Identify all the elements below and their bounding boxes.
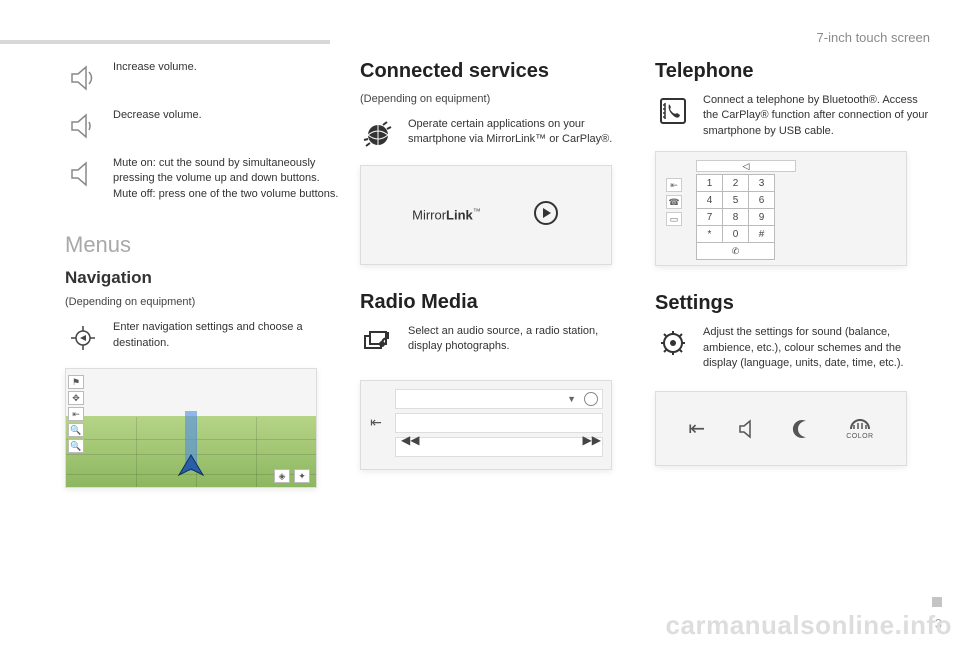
- radio-prev-icon[interactable]: ◀◀: [401, 433, 419, 447]
- volume-up-text: Increase volume.: [113, 60, 197, 75]
- color-icon[interactable]: COLOR: [846, 417, 873, 440]
- keypad-3[interactable]: 3: [749, 175, 775, 192]
- keypad-5[interactable]: 5: [723, 192, 749, 209]
- navigation-screenshot: ⚑ ✥ ⇤ 🔍 🔍 ◈ ✦: [65, 368, 317, 488]
- nav-row: Enter navigation settings and choose a d…: [65, 320, 340, 356]
- navigation-heading: Navigation: [65, 268, 340, 288]
- settings-heading: Settings: [655, 292, 930, 315]
- map-side-buttons: ⚑ ✥ ⇤ 🔍 🔍: [68, 375, 84, 453]
- connected-text: Operate certain applications on your sma…: [408, 117, 635, 148]
- keypad-call[interactable]: ✆: [697, 243, 775, 260]
- phone-card-icon: [655, 93, 691, 129]
- map-exit-icon[interactable]: ⇤: [68, 407, 84, 421]
- keypad-8[interactable]: 8: [723, 209, 749, 226]
- map-flag-icon[interactable]: ⚑: [68, 375, 84, 389]
- keypad-0[interactable]: 0: [723, 226, 749, 243]
- keypad-6[interactable]: 6: [749, 192, 775, 209]
- car-cursor-icon: [171, 453, 211, 482]
- map-move-icon[interactable]: ✥: [68, 391, 84, 405]
- carplay-play-icon[interactable]: [532, 199, 560, 232]
- radio-media-icon: [360, 324, 396, 360]
- speaker-up-icon: [65, 60, 101, 96]
- compass-arrows-icon: [65, 320, 101, 356]
- phone-keypad: 123 456 789 *0# ✆: [696, 174, 775, 260]
- map-center-icon[interactable]: ◈: [274, 469, 290, 483]
- keypad-delete-row[interactable]: ◁: [696, 160, 796, 172]
- column-left: Increase volume. Decrease volume. Mute o…: [65, 60, 340, 488]
- keypad-2[interactable]: 2: [723, 175, 749, 192]
- telephone-screenshot: ◁ ⇤ ☎ ▭ 123 456 789 *0# ✆: [655, 151, 907, 266]
- telephone-text: Connect a telephone by Bluetooth®. Acces…: [703, 93, 930, 139]
- nav-depending: (Depending on equipment): [65, 296, 340, 308]
- radio-list-row-2[interactable]: [395, 413, 603, 433]
- speaker-mute-icon: [65, 156, 101, 192]
- content-columns: Increase volume. Decrease volume. Mute o…: [65, 60, 930, 488]
- nav-text: Enter navigation settings and choose a d…: [113, 320, 340, 351]
- column-middle: Connected services (Depending on equipme…: [360, 60, 635, 488]
- connected-row: Operate certain applications on your sma…: [360, 117, 635, 153]
- header-rule: [0, 40, 330, 44]
- volume-up-row: Increase volume.: [65, 60, 340, 96]
- gear-icon: [655, 325, 691, 361]
- map-zoom-out-icon[interactable]: 🔍: [68, 439, 84, 453]
- telephone-row: Connect a telephone by Bluetooth®. Acces…: [655, 93, 930, 139]
- radio-row: Select an audio source, a radio station,…: [360, 324, 635, 360]
- map-compass-icon[interactable]: ✦: [294, 469, 310, 483]
- globe-apps-icon: [360, 117, 396, 153]
- settings-row: Adjust the settings for sound (balance, …: [655, 325, 930, 371]
- radio-text: Select an audio source, a radio station,…: [408, 324, 635, 355]
- radio-screenshot: ▼ ⇤ ◀◀ ▶▶: [360, 380, 612, 470]
- telephone-heading: Telephone: [655, 60, 930, 83]
- color-label: COLOR: [846, 433, 873, 440]
- map-bottom-icons: ◈ ✦: [274, 469, 310, 483]
- keypad-9[interactable]: 9: [749, 209, 775, 226]
- keypad-4[interactable]: 4: [697, 192, 723, 209]
- mirrorlink-logo[interactable]: MirrorLink™: [412, 207, 481, 222]
- moon-icon[interactable]: [792, 418, 814, 440]
- keypad-star[interactable]: *: [697, 226, 723, 243]
- radio-exit-icon[interactable]: ⇤: [367, 413, 385, 431]
- map-zoom-in-icon[interactable]: 🔍: [68, 423, 84, 437]
- column-right: Telephone Connect a telephone by Bluetoo…: [655, 60, 930, 488]
- connected-screenshot: MirrorLink™: [360, 165, 612, 265]
- keypad-1[interactable]: 1: [697, 175, 723, 192]
- phone-book-icon[interactable]: ▭: [666, 212, 682, 226]
- settings-exit-icon[interactable]: ⇤: [688, 416, 705, 441]
- settings-screenshot: ⇤ COLOR: [655, 391, 907, 466]
- phone-contact-icon[interactable]: ☎: [666, 195, 682, 209]
- connected-depending: (Depending on equipment): [360, 93, 635, 105]
- connected-heading: Connected services: [360, 60, 635, 83]
- phone-exit-icon[interactable]: ⇤: [666, 178, 682, 192]
- menus-heading: Menus: [65, 232, 340, 258]
- keypad-hash[interactable]: #: [749, 226, 775, 243]
- side-marker: [932, 597, 942, 607]
- mute-row: Mute on: cut the sound by simultaneously…: [65, 156, 340, 202]
- radio-next-icon[interactable]: ▶▶: [583, 433, 601, 447]
- keypad-7[interactable]: 7: [697, 209, 723, 226]
- watermark: carmanualsonline.info: [666, 610, 952, 641]
- settings-text: Adjust the settings for sound (balance, …: [703, 325, 930, 371]
- radio-list-row-1[interactable]: ▼: [395, 389, 603, 409]
- mute-text: Mute on: cut the sound by simultaneously…: [113, 156, 340, 202]
- speaker-settings-icon[interactable]: [737, 418, 759, 440]
- volume-down-text: Decrease volume.: [113, 108, 202, 123]
- volume-down-row: Decrease volume.: [65, 108, 340, 144]
- header-section-label: 7-inch touch screen: [817, 30, 930, 45]
- radio-heading: Radio Media: [360, 291, 635, 314]
- speaker-down-icon: [65, 108, 101, 144]
